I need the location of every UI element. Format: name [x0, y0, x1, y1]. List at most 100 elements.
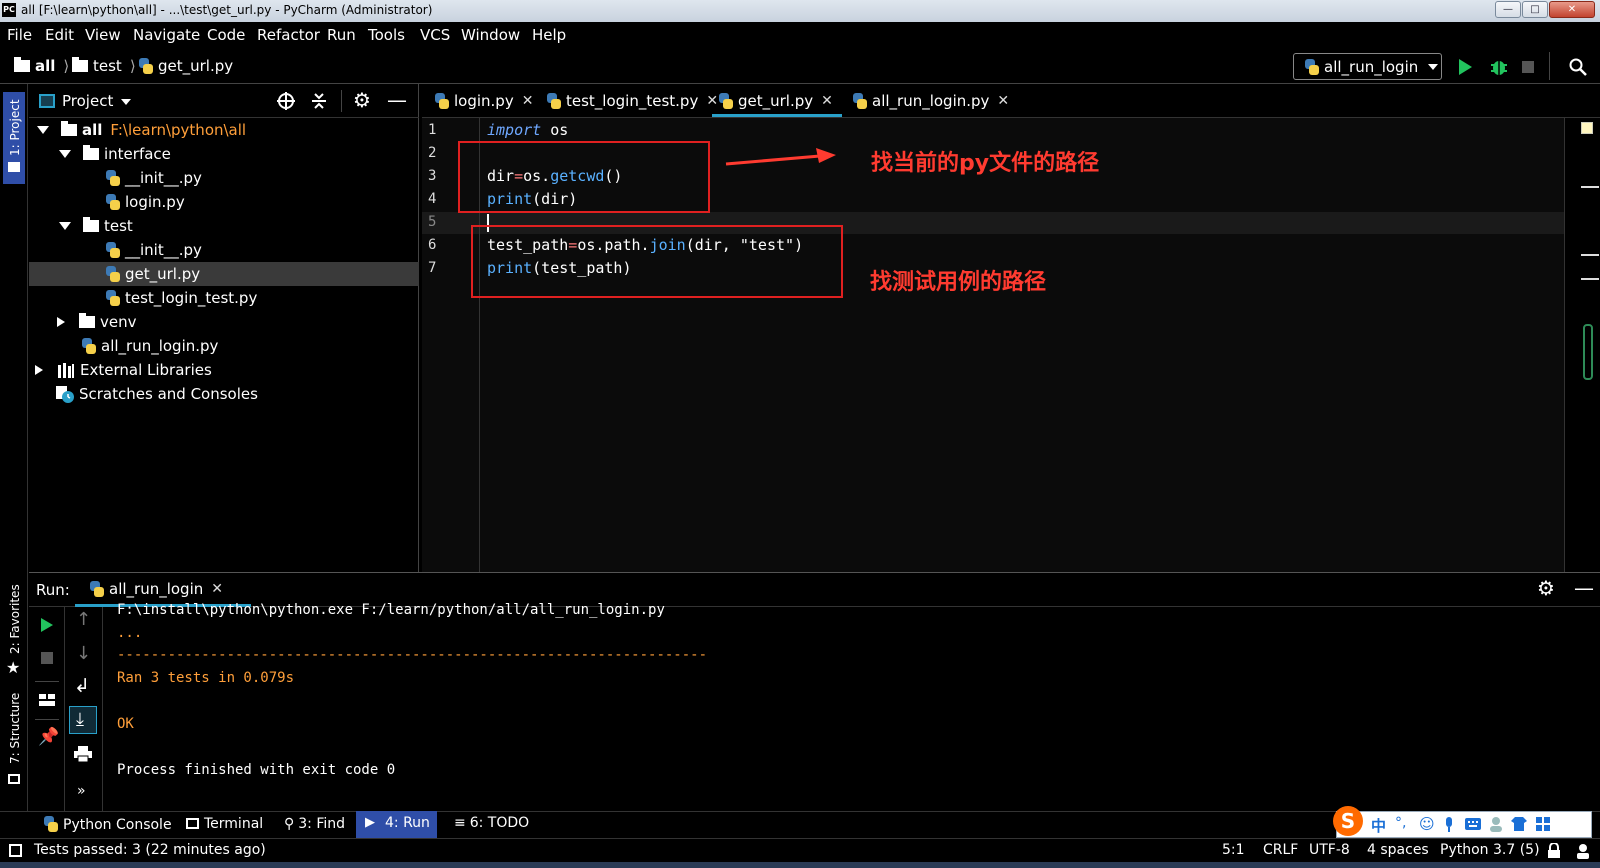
menu-help[interactable]: Help: [532, 26, 566, 44]
hide-panel-icon[interactable]: —: [387, 88, 407, 112]
structure-tool-label[interactable]: 7: Structure: [8, 693, 22, 764]
menu-run[interactable]: Run: [327, 26, 356, 44]
run-tab-all-run-login[interactable]: all_run_login ✕: [89, 580, 223, 598]
menu-tools[interactable]: Tools: [368, 26, 405, 44]
tree-node-login[interactable]: login.py: [29, 190, 419, 214]
chevron-down-icon[interactable]: [121, 99, 131, 105]
python-file-icon: [105, 290, 121, 306]
inspector-icon[interactable]: [1574, 842, 1592, 860]
menu-navigate[interactable]: Navigate: [133, 26, 200, 44]
ime-toolbar[interactable]: S 中 °, ☺: [1333, 806, 1592, 838]
project-panel: Project ⚙ — all F:\learn\python\all inte…: [29, 84, 419, 572]
debug-icon[interactable]: [1490, 57, 1508, 77]
lock-icon[interactable]: [1547, 843, 1561, 859]
tab-all-run-login-py[interactable]: all_run_login.py ✕: [852, 92, 1009, 110]
maximize-button[interactable]: □: [1522, 1, 1548, 18]
breadcrumb-test[interactable]: test ⟩: [72, 57, 136, 75]
close-tab-icon[interactable]: ✕: [706, 93, 718, 109]
tree-node-external-libraries[interactable]: External Libraries: [29, 358, 419, 382]
arrow-down-icon[interactable]: ↓: [76, 643, 91, 664]
close-window-button[interactable]: ✕: [1549, 1, 1595, 18]
pin-icon[interactable]: 📌: [38, 727, 59, 747]
rerun-icon[interactable]: [40, 617, 54, 633]
caret-position[interactable]: 5:1: [1222, 842, 1245, 858]
collapsed-arrow-icon[interactable]: [35, 365, 43, 375]
tree-node-scratches[interactable]: Scratches and Consoles: [29, 382, 419, 406]
hide-panel-icon[interactable]: —: [1574, 576, 1594, 600]
tree-node-all-run-login[interactable]: all_run_login.py: [29, 334, 419, 358]
tree-node-get-url[interactable]: get_url.py: [29, 262, 419, 286]
expand-arrow-icon[interactable]: [37, 126, 49, 134]
breadcrumb-all[interactable]: all ⟩: [14, 57, 69, 75]
tool-windows-toggle-icon[interactable]: [9, 844, 22, 857]
indent-setting[interactable]: 4 spaces: [1367, 842, 1429, 858]
favorites-tool-label[interactable]: 2: Favorites: [8, 584, 22, 654]
project-panel-title[interactable]: Project: [62, 92, 113, 110]
close-tab-icon[interactable]: ✕: [821, 93, 833, 109]
tree-node-test-login-test[interactable]: test_login_test.py: [29, 286, 419, 310]
tool-todo[interactable]: ≡ 6: TODO: [454, 815, 529, 831]
arrow-up-icon[interactable]: ↑: [76, 609, 91, 630]
pycharm-logo-icon: PC: [2, 3, 16, 17]
tool-python-console[interactable]: Python Console: [43, 816, 172, 833]
collapsed-arrow-icon[interactable]: [57, 317, 65, 327]
tree-node-test-init[interactable]: __init__.py: [29, 238, 419, 262]
menu-code[interactable]: Code: [207, 26, 245, 44]
status-message[interactable]: Tests passed: 3 (22 minutes ago): [34, 842, 266, 858]
close-tab-icon[interactable]: ✕: [522, 93, 534, 109]
tree-node-venv[interactable]: venv: [29, 310, 419, 334]
stop-icon[interactable]: [41, 652, 53, 664]
toolbox-grid-icon[interactable]: [1535, 816, 1551, 832]
locate-file-icon[interactable]: [277, 92, 295, 110]
gear-icon[interactable]: ⚙: [353, 88, 371, 112]
more-actions-icon[interactable]: »: [77, 783, 86, 799]
menu-file[interactable]: File: [7, 26, 32, 44]
tree-node-interface[interactable]: interface: [29, 142, 419, 166]
user-icon[interactable]: [1489, 816, 1503, 832]
run-icon[interactable]: [1457, 58, 1473, 76]
scroll-to-end-toggle[interactable]: ⤓: [69, 706, 97, 734]
console-line: F:\install\python\python.exe F:/learn/py…: [117, 602, 665, 618]
collapse-all-icon[interactable]: [310, 92, 328, 110]
keyboard-icon[interactable]: [1465, 818, 1481, 830]
minimize-button[interactable]: —: [1495, 1, 1521, 18]
menu-view[interactable]: View: [85, 26, 121, 44]
close-tab-icon[interactable]: ✕: [211, 581, 223, 597]
run-configuration-select[interactable]: all_run_login: [1293, 53, 1442, 80]
tool-find[interactable]: ⚲ 3: Find: [284, 816, 345, 832]
tree-node-test[interactable]: test: [29, 214, 419, 238]
microphone-icon[interactable]: [1443, 817, 1455, 833]
gear-icon[interactable]: ⚙: [1537, 576, 1555, 600]
menu-window[interactable]: Window: [461, 26, 520, 44]
restore-layout-icon[interactable]: [38, 693, 56, 707]
skin-shirt-icon[interactable]: [1511, 816, 1527, 832]
soft-wrap-icon[interactable]: ↲: [74, 675, 90, 697]
tab-test-login-test-py[interactable]: test_login_test.py ✕: [546, 92, 718, 110]
expand-arrow-icon[interactable]: [59, 150, 71, 158]
tool-terminal[interactable]: Terminal: [186, 816, 263, 832]
expand-arrow-icon[interactable]: [59, 222, 71, 230]
close-tab-icon[interactable]: ✕: [997, 93, 1009, 109]
emoji-icon[interactable]: ☺: [1419, 815, 1435, 833]
file-encoding[interactable]: UTF-8: [1309, 842, 1350, 858]
toolbar-divider: [35, 719, 59, 720]
print-icon[interactable]: [73, 745, 93, 763]
tool-run[interactable]: ▶ 4: Run: [356, 811, 437, 838]
ime-punctuation-label[interactable]: °,: [1395, 815, 1406, 831]
inspection-status-icon[interactable]: [1581, 122, 1593, 134]
menu-edit[interactable]: Edit: [45, 26, 74, 44]
tree-node-all[interactable]: all F:\learn\python\all: [29, 118, 419, 142]
search-icon[interactable]: [1569, 58, 1587, 76]
tab-get-url-py[interactable]: get_url.py ✕: [718, 92, 833, 110]
editor-scrollbar[interactable]: [1564, 118, 1600, 572]
stop-icon[interactable]: [1522, 61, 1534, 73]
ime-language-label[interactable]: 中: [1371, 815, 1386, 836]
breadcrumb-file[interactable]: get_url.py: [138, 57, 233, 75]
menu-refactor[interactable]: Refactor: [257, 26, 320, 44]
python-interpreter[interactable]: Python 3.7 (5): [1440, 842, 1540, 858]
menu-vcs[interactable]: VCS: [420, 26, 450, 44]
scroll-thumb[interactable]: [1583, 324, 1593, 380]
tab-login-py[interactable]: login.py ✕: [434, 92, 533, 110]
tree-node-interface-init[interactable]: __init__.py: [29, 166, 419, 190]
line-separator[interactable]: CRLF: [1263, 842, 1298, 858]
